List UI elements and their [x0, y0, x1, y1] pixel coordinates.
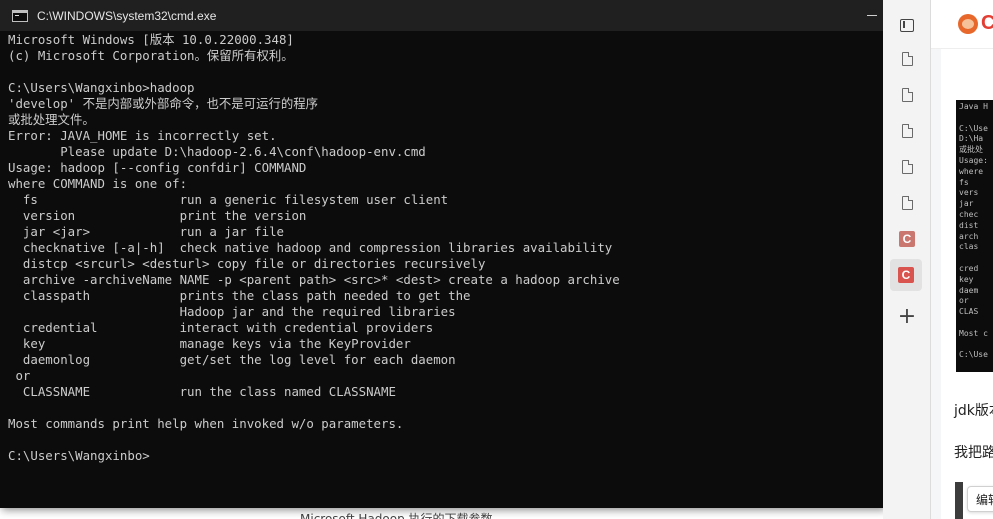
site-logo-icon[interactable]: [958, 14, 978, 34]
document-icon: [901, 51, 913, 66]
thumbnail-text-line: jar: [959, 199, 974, 209]
thumbnail-text-line: Most c: [959, 328, 988, 338]
console-line: C:\Users\Wangxinbo>hadoop: [8, 80, 195, 95]
console-line: fs run a generic filesystem user client: [8, 192, 449, 207]
minimize-button[interactable]: [865, 8, 879, 22]
background-page-text: Microsoft Hadoop 执行的下载参数: [300, 512, 493, 519]
console-line: jar <jar> run a jar file: [8, 224, 285, 239]
csdn-tab-active[interactable]: C: [890, 259, 922, 291]
console-line: where COMMAND is one of:: [8, 176, 188, 191]
document-icon: [901, 123, 913, 138]
console-app-icon: [12, 9, 28, 22]
thumbnail-text-line: Usage:: [959, 156, 988, 165]
console-line: 'develop' 不是内部或外部命令，也不是可运行的程序: [8, 96, 319, 111]
page-tab-2[interactable]: [894, 82, 920, 108]
thumbnail-text-line: or: [959, 296, 969, 306]
document-icon: [901, 195, 913, 210]
cmd-titlebar[interactable]: C:\WINDOWS\system32\cmd.exe: [0, 0, 883, 31]
console-output[interactable]: Microsoft Windows [版本 10.0.22000.348] (c)…: [8, 32, 878, 502]
page-scrollbar[interactable]: [955, 482, 963, 519]
article-text-1: jdk版本: [954, 403, 993, 419]
thumbnail-text-line: CLAS: [959, 307, 979, 317]
console-line: distcp <srcurl> <desturl> copy file or d…: [8, 256, 486, 271]
csdn-favicon-icon: C: [898, 267, 914, 283]
console-line: daemonlog get/set the log level for each…: [8, 352, 456, 367]
console-line: classpath prints the class path needed t…: [8, 288, 471, 303]
thumbnail-text-line: dist: [959, 220, 979, 230]
console-line: Microsoft Windows [版本 10.0.22000.348]: [8, 32, 294, 47]
console-line: 或批处理文件。: [8, 112, 95, 127]
thumbnail-text-line: vers: [959, 188, 979, 198]
new-tab-button[interactable]: +: [894, 304, 920, 330]
thumbnail-text-line: where: [959, 166, 984, 176]
thumbnail-text-line: cred: [959, 264, 979, 273]
page-tab-3[interactable]: [894, 118, 920, 144]
console-line: version print the version: [8, 208, 307, 223]
site-logo-text[interactable]: C: [981, 12, 993, 35]
site-header: C: [931, 0, 993, 49]
sidebar-panel-icon: [900, 18, 914, 32]
web-page: C Java H C:\Use D:\Ha 或批处 Usage: where fs ve…: [931, 0, 993, 519]
article-text-2: 我把路: [954, 445, 993, 461]
console-line: or: [8, 368, 31, 383]
window-title: C:\WINDOWS\system32\cmd.exe: [37, 8, 217, 23]
cmd-window[interactable]: C:\WINDOWS\system32\cmd.exe Microsoft Wi…: [0, 0, 884, 508]
thumbnail-text-line: daem: [959, 285, 979, 295]
browser-vertical-tabs: C C +: [883, 0, 931, 519]
console-line: Usage: hadoop [--config confdir] COMMAND: [8, 160, 307, 175]
thumbnail-text-line: 或批处: [959, 145, 983, 155]
thumbnail-text-line: Java H: [959, 102, 988, 111]
thumbnail-text-line: clas: [959, 242, 979, 252]
console-line: (c) Microsoft Corporation。保留所有权利。: [8, 48, 294, 63]
page-tab-1[interactable]: [894, 46, 920, 72]
console-line: key manage keys via the KeyProvider: [8, 336, 411, 351]
thumbnail-text-line: arch: [959, 231, 979, 241]
article-screenshot-image: Java H C:\Use D:\Ha 或批处 Usage: where fs vers…: [956, 100, 993, 372]
console-line: archive -archiveName NAME -p <parent pat…: [8, 272, 620, 287]
thumbnail-text-line: chec: [959, 210, 979, 219]
plus-icon: +: [897, 304, 917, 329]
thumbnail-text-line: C:\Use: [959, 350, 988, 360]
thumbnail-text-line: D:\Ha: [959, 134, 984, 144]
thumbnail-text-line: fs: [959, 177, 969, 187]
console-line: Please update D:\hadoop-2.6.4\conf\hadoo…: [8, 144, 426, 159]
csdn-tab-1[interactable]: C: [894, 226, 920, 252]
console-line: Most commands print help when invoked w/…: [8, 416, 404, 431]
thumbnail-text-line: key: [959, 274, 974, 284]
document-icon: [901, 87, 913, 102]
console-line: Hadoop jar and the required libraries: [8, 304, 456, 319]
console-line: credential interact with credential prov…: [8, 320, 434, 335]
page-tab-5[interactable]: [894, 190, 920, 216]
page-tab-4[interactable]: [894, 154, 920, 180]
console-line: Error: JAVA_HOME is incorrectly set.: [8, 128, 277, 143]
csdn-favicon-icon: C: [899, 231, 915, 247]
console-line: CLASSNAME run the class named CLASSNAME: [8, 384, 396, 399]
tab-actions-icon[interactable]: [894, 12, 920, 38]
thumbnail-text-line: C:\Use: [959, 123, 988, 133]
console-line: C:\Users\Wangxinbo>: [8, 448, 150, 463]
screen: 置添牙各性用六可成蚊站 Microsoft Hadoop 执行的下载参数 C:\…: [0, 0, 993, 519]
console-line: checknative [-a|-h] check native hadoop …: [8, 240, 613, 255]
edit-button[interactable]: 编辑: [967, 486, 993, 512]
document-icon: [901, 159, 913, 174]
